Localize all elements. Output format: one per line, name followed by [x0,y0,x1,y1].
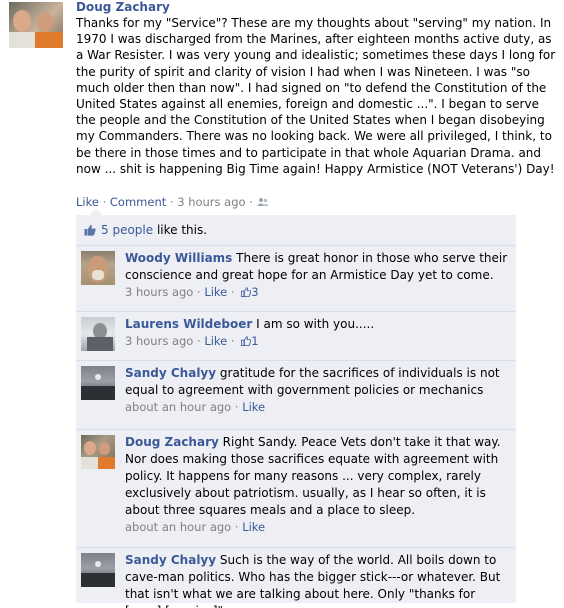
comment-meta: 3 hours ago · Like · 3 [125,285,259,299]
author-avatar[interactable] [9,2,63,48]
comment-item: Sandy Chalyy Such is the way of the worl… [76,548,516,608]
commenter-avatar[interactable] [81,317,115,351]
meta-separator: · [102,195,107,209]
thumbs-up-icon[interactable] [241,336,252,346]
comments-box: 5 people like this. Woody Williams There… [76,215,516,608]
comment-timestamp[interactable]: about an hour ago [125,520,231,534]
commenter-avatar[interactable] [81,553,115,587]
comment-like-link[interactable]: Like [242,520,265,534]
comment-author[interactable]: Doug Zachary [125,435,219,449]
comment-link[interactable]: Comment [110,195,166,209]
comment-item: Woody Williams There is great honor in t… [76,246,516,312]
commenter-avatar[interactable] [81,435,115,469]
post-text: Thanks for my "Service"? These are my th… [76,16,556,176]
comment-like-count[interactable]: 3 [251,285,258,299]
comment-item: Laurens Wildeboer I am so with you..... … [76,312,516,361]
likers-link[interactable]: 5 people [101,223,153,237]
comment-author[interactable]: Sandy Chalyy [125,553,216,567]
comment-item: Doug Zachary Right Sandy. Peace Vets don… [76,430,516,548]
comment-meta: about an hour ago · Like [125,400,266,414]
post-meta: Like · Comment · 3 hours ago · [76,195,269,210]
comment-like-link[interactable]: Like [204,334,227,348]
thumbs-up-icon[interactable] [241,287,252,297]
comment-meta: about an hour ago · Like [125,520,266,534]
like-link[interactable]: Like [76,195,99,209]
comment-like-link[interactable]: Like [204,285,227,299]
meta-separator: · [249,195,253,209]
comment-timestamp[interactable]: 3 hours ago [125,334,193,348]
comment-timestamp[interactable]: about an hour ago [125,400,231,414]
meta-separator: · [169,195,174,209]
thumbs-up-icon [84,224,96,236]
friends-icon[interactable] [256,197,269,207]
likes-suffix: like this. [153,223,208,237]
commenter-avatar[interactable] [81,366,115,400]
comment-author[interactable]: Laurens Wildeboer [125,317,252,331]
comment-meta: 3 hours ago · Like · 1 [125,334,259,348]
comment-text: I am so with you..... [256,317,375,331]
post-author-name[interactable]: Doug Zachary [76,0,170,15]
comment-like-link[interactable]: Like [242,400,265,414]
comment-like-count[interactable]: 1 [251,334,258,348]
comment-timestamp[interactable]: 3 hours ago [125,285,193,299]
commenter-avatar[interactable] [81,251,115,285]
post-timestamp[interactable]: 3 hours ago [177,195,245,209]
comment-author[interactable]: Sandy Chalyy [125,366,216,380]
comment-author[interactable]: Woody Williams [125,251,232,265]
likes-summary: 5 people like this. [76,215,516,246]
comment-item: Sandy Chalyy gratitude for the sacrifice… [76,361,516,430]
